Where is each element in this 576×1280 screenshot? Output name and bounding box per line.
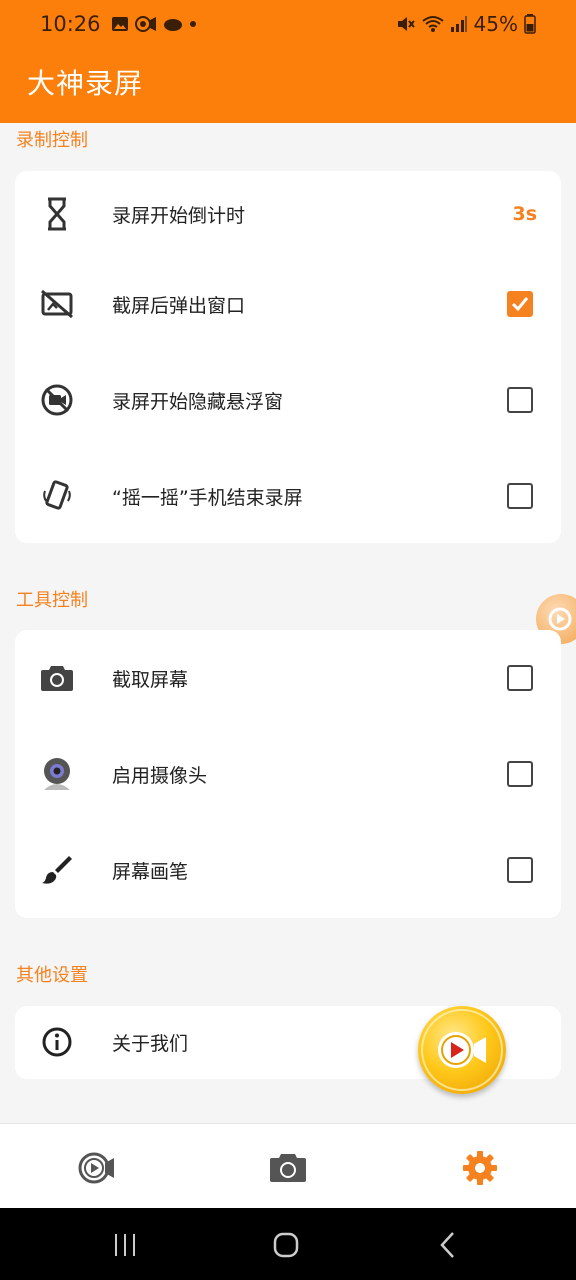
nav-settings-tab[interactable] xyxy=(460,1148,500,1188)
shake-phone-icon xyxy=(37,476,77,516)
screen-pen-checkbox[interactable] xyxy=(507,857,533,883)
setting-row-shake-stop[interactable]: “摇一摇”手机结束录屏 xyxy=(15,448,561,544)
countdown-value[interactable]: 3s xyxy=(512,203,537,225)
status-time: 10:26 xyxy=(40,12,101,36)
floating-record-button[interactable] xyxy=(418,1006,506,1094)
section-title-other: 其他设置 xyxy=(16,965,88,986)
signal-icon xyxy=(450,16,467,32)
setting-label: 屏幕画笔 xyxy=(112,860,189,883)
setting-row-capture-screen[interactable]: 截取屏幕 xyxy=(15,630,561,726)
status-notification-icons xyxy=(111,15,197,33)
section-title-tools: 工具控制 xyxy=(16,590,88,611)
capture-screen-checkbox[interactable] xyxy=(507,665,533,691)
setting-label: “摇一摇”手机结束录屏 xyxy=(112,486,303,509)
video-off-icon xyxy=(37,380,77,420)
section-title-recording: 录制控制 xyxy=(16,130,88,151)
screenshot-off-icon xyxy=(37,284,77,324)
wifi-icon xyxy=(421,16,444,32)
webcam-icon xyxy=(37,754,77,794)
shake-stop-checkbox[interactable] xyxy=(507,483,533,509)
hourglass-icon xyxy=(37,194,77,234)
recording-settings-card: 录屏开始倒计时 3s 截屏后弹出窗口 录屏开始隐藏悬浮窗 “摇一摇”手机结束录屏 xyxy=(15,171,561,543)
image-notification-icon xyxy=(111,17,128,31)
battery-percent: 45% xyxy=(473,12,518,36)
camera-icon xyxy=(37,658,77,698)
setting-label: 录屏开始倒计时 xyxy=(112,204,246,227)
info-icon xyxy=(37,1022,77,1062)
mute-icon xyxy=(397,17,415,31)
setting-label: 关于我们 xyxy=(112,1032,189,1055)
record-video-icon xyxy=(78,1152,114,1184)
back-icon[interactable] xyxy=(433,1230,463,1260)
setting-row-hide-float[interactable]: 录屏开始隐藏悬浮窗 xyxy=(15,352,561,448)
setting-row-camera[interactable]: 启用摄像头 xyxy=(15,726,561,822)
gear-icon xyxy=(463,1151,497,1185)
tools-settings-card: 截取屏幕 启用摄像头 屏幕画笔 xyxy=(15,630,561,918)
home-icon[interactable] xyxy=(271,1230,301,1260)
setting-label: 启用摄像头 xyxy=(112,764,208,787)
battery-icon xyxy=(524,14,536,34)
system-navigation-bar xyxy=(0,1208,576,1280)
status-bar: 10:26 45% xyxy=(0,0,576,48)
record-notification-icon xyxy=(134,16,156,32)
bottom-navigation xyxy=(0,1123,576,1208)
setting-row-screenshot-popup[interactable]: 截屏后弹出窗口 xyxy=(15,256,561,352)
setting-label: 录屏开始隐藏悬浮窗 xyxy=(112,390,284,413)
page-title: 大神录屏 xyxy=(27,67,144,100)
setting-row-countdown[interactable]: 录屏开始倒计时 3s xyxy=(15,166,561,262)
cloud-notification-icon xyxy=(163,19,182,31)
nav-record-tab[interactable] xyxy=(77,1148,117,1188)
status-system-icons: 45% xyxy=(396,12,536,36)
nav-screenshot-tab[interactable] xyxy=(268,1148,308,1188)
setting-label: 截取屏幕 xyxy=(112,668,189,691)
app-header: 10:26 45% 大神录屏 xyxy=(0,0,576,123)
screenshot-popup-checkbox[interactable] xyxy=(507,291,533,317)
recent-apps-icon[interactable] xyxy=(110,1230,140,1260)
setting-label: 截屏后弹出窗口 xyxy=(112,294,246,317)
camera-icon xyxy=(270,1154,306,1182)
setting-row-screen-pen[interactable]: 屏幕画笔 xyxy=(15,822,561,918)
hide-float-checkbox[interactable] xyxy=(507,387,533,413)
brush-icon xyxy=(37,850,77,890)
dot-icon xyxy=(189,21,196,27)
camera-checkbox[interactable] xyxy=(507,761,533,787)
